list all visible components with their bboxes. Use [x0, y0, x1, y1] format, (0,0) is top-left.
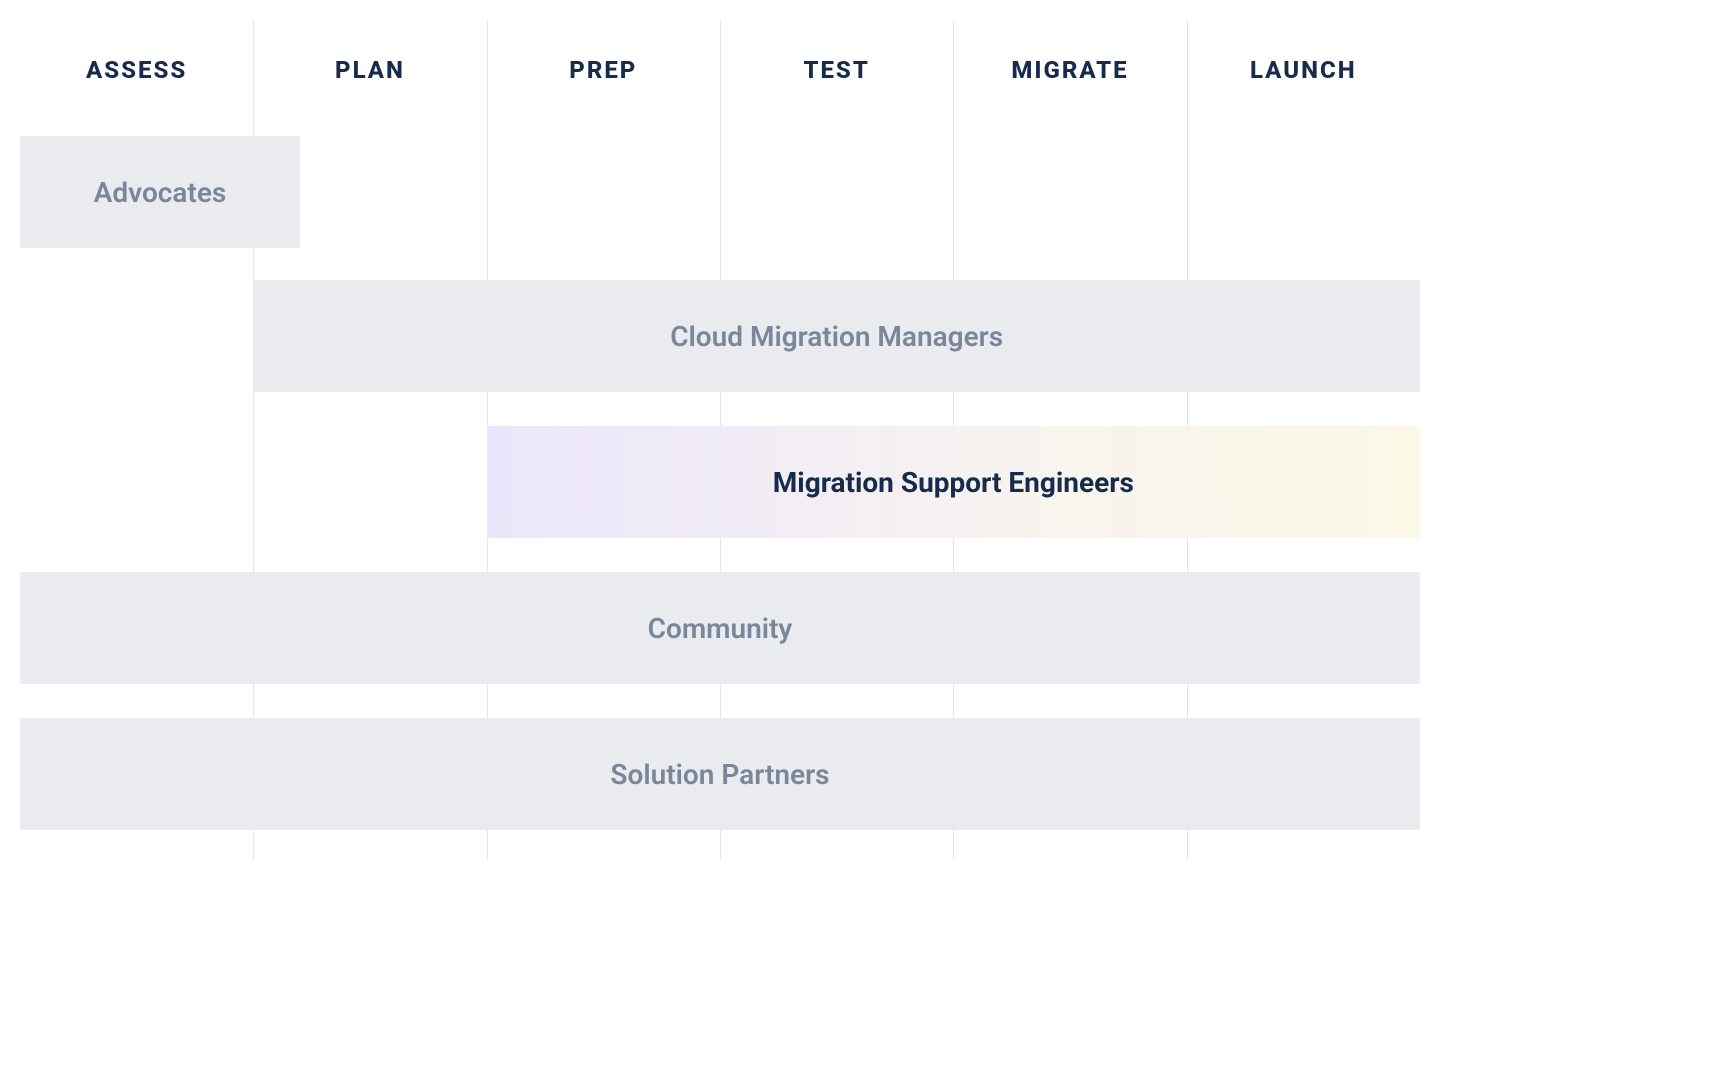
bar-cloud-migration-managers: Cloud Migration Managers [253, 280, 1420, 392]
bar-advocates: Advocates [20, 136, 300, 248]
bar-label: Advocates [94, 176, 227, 209]
bar-migration-support-engineers: Migration Support Engineers [487, 426, 1420, 538]
grid: Assess Plan Prep Test Migrate Launch Adv… [20, 20, 1420, 860]
bar-label: Solution Partners [610, 758, 829, 791]
phase-header-row: Assess Plan Prep Test Migrate Launch [20, 20, 1420, 120]
bar-label: Community [648, 612, 793, 645]
bar-label: Migration Support Engineers [773, 466, 1134, 499]
bar-solution-partners: Solution Partners [20, 718, 1420, 830]
bar-community: Community [20, 572, 1420, 684]
migration-phase-chart: Assess Plan Prep Test Migrate Launch Adv… [20, 20, 1420, 860]
bar-label: Cloud Migration Managers [670, 320, 1003, 353]
phase-header-migrate: Migrate [953, 20, 1186, 120]
phase-header-test: Test [720, 20, 953, 120]
phase-header-launch: Launch [1187, 20, 1420, 120]
phase-header-assess: Assess [20, 20, 253, 120]
phase-header-plan: Plan [253, 20, 486, 120]
phase-header-prep: Prep [487, 20, 720, 120]
